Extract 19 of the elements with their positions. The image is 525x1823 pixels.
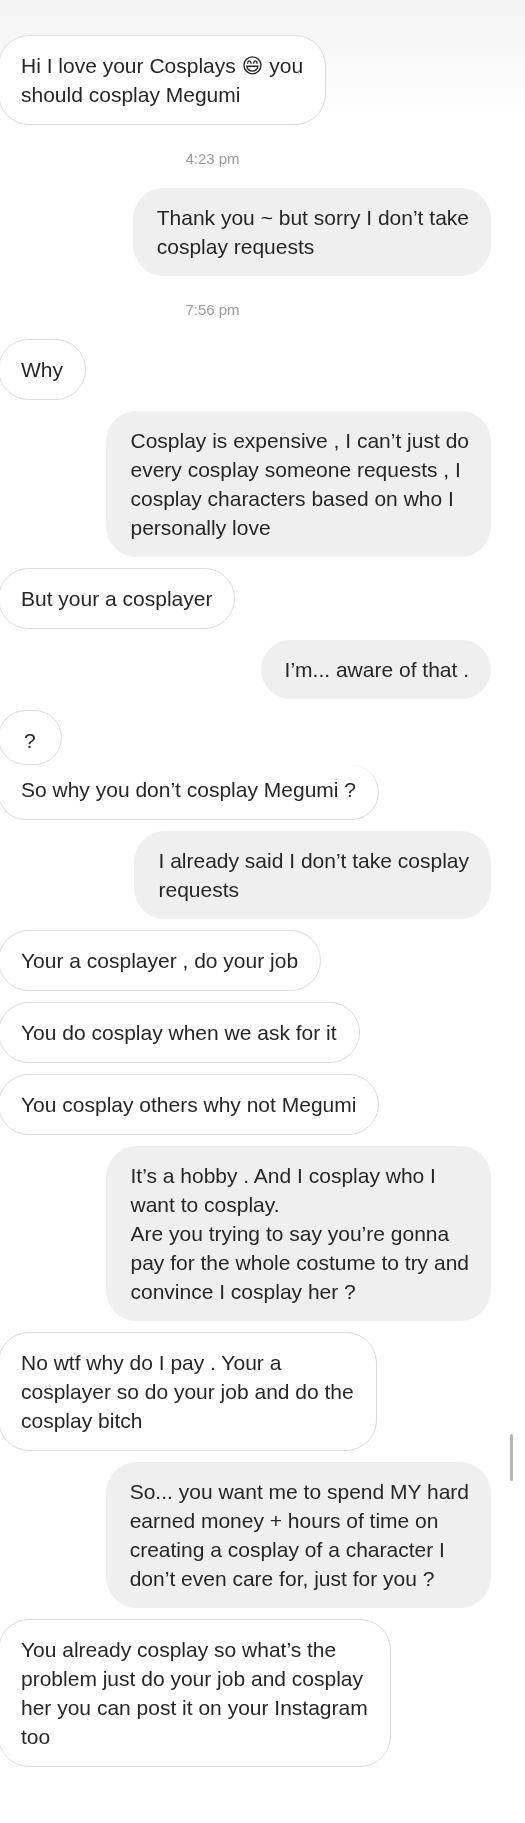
message-bubble: Thank you ~ but sorry I don’t take cosplay requests: [132, 188, 491, 276]
timestamp: 4:23 pm: [185, 150, 240, 167]
timestamp: 7:56 pm: [185, 301, 240, 318]
message-bubble: You cosplay others why not Megumi: [0, 1074, 380, 1135]
message-bubble: Your a cosplayer , do your job: [0, 930, 322, 991]
message-bubble: Hi I love your Cosplays 😄 you should cosplay Megumi: [0, 35, 327, 125]
scrollbar[interactable]: [510, 1434, 513, 1481]
message-bubble: It’s a hobby . And I cosplay who I want to cosplay. Are you trying to say you’re gonna pay for the whole costume to try and convince I cosplay her ?: [106, 1146, 491, 1321]
message-bubble: Why: [0, 339, 86, 400]
message-bubble: I’m... aware of that .: [260, 640, 491, 699]
message-bubble: I already said I don’t take cosplay requests: [134, 831, 491, 919]
message-bubble: You already cosplay so what’s the problem just do your job and cosplay her you can post it on your Instagram too: [0, 1619, 391, 1767]
message-bubble: No wtf why do I pay . Your a cosplayer so do your job and do the cosplay bitch: [0, 1332, 377, 1451]
message-bubble: So why you don’t cosplay Megumi ?: [0, 765, 379, 820]
message-bubble: ?: [0, 710, 62, 765]
message-bubble: Cosplay is expensive , I can’t just do every cosplay someone requests , I cosplay characters based on who I personally love: [106, 411, 491, 557]
message-bubble: You do cosplay when we ask for it: [0, 1002, 360, 1063]
message-bubble: So... you want me to spend MY hard earned money + hours of time on creating a cosplay of a character I don’t even care for, just for you ?: [105, 1462, 491, 1608]
message-bubble: But your a cosplayer: [0, 568, 236, 629]
